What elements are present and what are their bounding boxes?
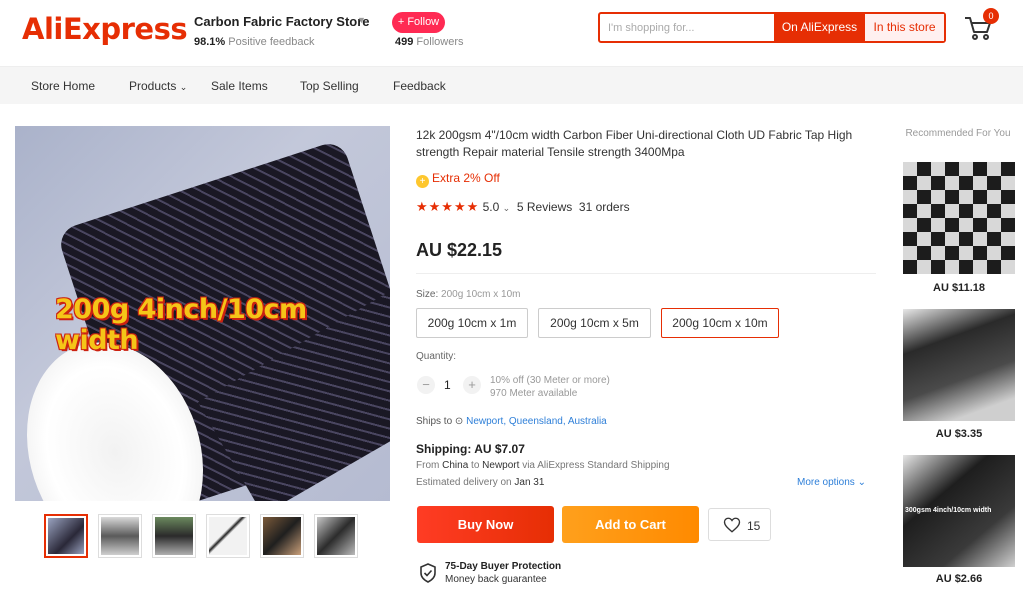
buyer-protection: 75-Day Buyer Protection Money back guara… [419,561,619,591]
rating-row: ★★★★★ 5.0 ⌄ 5 Reviews 31 orders [416,199,630,215]
search-in-store-button[interactable]: In this store [865,14,944,41]
recommended-item-1-image[interactable] [903,162,1015,274]
ships-to-location-link[interactable]: Newport, Queensland, Australia [466,416,607,427]
recommended-title: Recommended For You [905,128,1011,139]
quantity-increase-button[interactable]: + [463,376,481,394]
shield-check-icon [420,563,436,583]
site-header: AliExpress Carbon Fabric Factory Store ▼… [0,0,1023,66]
store-name-link[interactable]: Carbon Fabric Factory Store [194,14,370,29]
chevron-down-icon[interactable]: ▼ [357,15,366,25]
quantity-value[interactable]: 1 [444,378,451,392]
followers-number: 499 [395,36,414,48]
size-option-1m[interactable]: 200g 10cm x 1m [416,308,528,338]
thumbnail-1[interactable] [44,514,88,558]
thumbnail-4[interactable] [206,514,250,558]
nav-sale-items[interactable]: Sale Items [211,67,268,105]
buy-now-button[interactable]: Buy Now [417,506,554,543]
extra-off-label: Extra 2% Off [432,171,500,185]
chevron-down-icon: ⌄ [857,477,866,488]
recommended-item-3-price[interactable]: AU $2.66 [903,573,1015,585]
recommended-item-3-image-text: 300gsm 4inch/10cm width [905,507,992,514]
product-price: AU $22.15 [416,240,503,260]
thumbnail-2[interactable] [98,514,142,558]
estimated-delivery: Estimated delivery on Jan 31 [416,477,544,488]
image-caption: 200g 4inch/10cm width [55,294,307,356]
wishlist-count: 15 [747,519,761,533]
thumbnail-strip [44,514,364,560]
quantity-info: 10% off (30 Meter or more) 970 Meter ava… [490,374,610,400]
product-title: 12k 200gsm 4"/10cm width Carbon Fiber Un… [416,128,853,159]
quantity-decrease-button[interactable]: − [417,376,435,394]
heart-icon [723,517,741,533]
store-nav: Store Home Products ⌄ Sale Items Top Sel… [0,66,1023,104]
divider [416,273,876,274]
ship-from-prefix: From [416,460,440,471]
chevron-down-icon[interactable]: ⌄ [503,203,511,213]
more-options-label: More options [797,477,855,488]
follow-button[interactable]: + Follow [392,12,445,33]
nav-store-home[interactable]: Store Home [31,67,95,105]
chevron-down-icon: ⌄ [179,82,188,92]
protection-title: 75-Day Buyer Protection [445,561,562,572]
orders-count: 31 orders [578,200,630,214]
nav-top-selling[interactable]: Top Selling [300,67,359,105]
search-bar: On AliExpress In this store [598,12,946,43]
quantity-label: Quantity: [416,351,457,362]
est-label: Estimated delivery on [416,477,512,488]
coin-icon: + [416,175,429,188]
product-main-image[interactable]: 200g 4inch/10cm width [15,126,390,501]
ships-to-label: Ships to [416,416,453,427]
nav-feedback[interactable]: Feedback [393,67,446,105]
ship-via: via AliExpress Standard Shipping [522,460,670,471]
followers-label: Followers [416,36,464,48]
quantity-available: 970 Meter available [490,388,578,399]
thumbnail-3[interactable] [152,514,196,558]
extra-off-badge[interactable]: + Extra 2% Off [416,171,500,188]
cart-count-badge: 0 [983,8,999,24]
add-to-cart-button[interactable]: Add to Cart [562,506,699,543]
size-option-10m[interactable]: 200g 10cm x 10m [661,308,779,338]
search-on-aliexpress-button[interactable]: On AliExpress [774,14,865,41]
rating-value[interactable]: 5.0 [483,200,500,214]
feedback-percent: 98.1% [194,36,226,48]
recommended-item-2-price[interactable]: AU $3.35 [903,428,1015,440]
ship-to-city: Newport [482,460,520,471]
star-rating-icon: ★★★★★ [416,199,480,214]
feedback-label: Positive feedback [228,36,315,48]
search-input[interactable] [608,14,768,41]
size-label-text: Size: [416,289,439,300]
more-shipping-options-link[interactable]: More options ⌄ [797,477,866,488]
est-date: Jan 31 [514,477,545,488]
ship-from-line: From China to Newport via AliExpress Sta… [416,460,670,471]
size-option-5m[interactable]: 200g 10cm x 5m [538,308,651,338]
nav-products[interactable]: Products ⌄ [129,67,187,105]
recommended-item-2-image[interactable] [903,309,1015,421]
wishlist-button[interactable]: 15 [708,508,771,541]
protection-subtitle: Money back guarantee [445,574,547,585]
thumbnail-6[interactable] [314,514,358,558]
thumbnail-5[interactable] [260,514,304,558]
size-label: Size: 200g 10cm x 10m [416,289,521,300]
store-feedback: 98.1% Positive feedback [194,36,314,48]
ships-to-row: Ships to ⊙ Newport, Queensland, Australi… [416,416,607,427]
aliexpress-logo[interactable]: AliExpress [22,12,188,46]
location-pin-icon: ⊙ [454,416,464,427]
size-selected-value: 200g 10cm x 10m [441,289,521,300]
ship-to-word: to [471,460,480,471]
recommended-item-1-price[interactable]: AU $11.18 [903,282,1015,294]
nav-products-label: Products [129,79,177,93]
quantity-discount: 10% off (30 Meter or more) [490,375,610,386]
recommended-item-3-image[interactable]: 300gsm 4inch/10cm width [903,455,1015,567]
ship-from-country: China [442,460,469,471]
reviews-link[interactable]: 5 Reviews [517,200,572,214]
followers-count: 499 Followers [395,36,464,48]
shipping-cost: Shipping: AU $7.07 [416,442,525,456]
